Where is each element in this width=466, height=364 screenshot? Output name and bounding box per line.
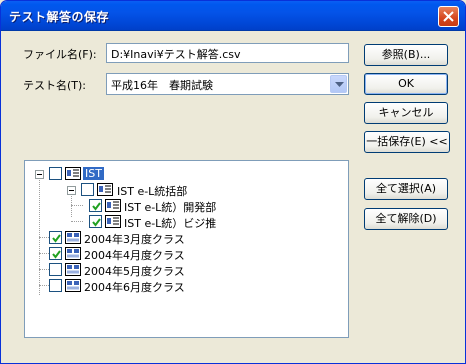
close-icon bbox=[443, 11, 454, 22]
collapse-toggle[interactable] bbox=[35, 170, 44, 179]
filename-label: ファイル名(F): bbox=[23, 48, 97, 61]
tree-node-class[interactable]: 2004年4月度クラス bbox=[25, 246, 345, 262]
class-node-icon bbox=[65, 231, 81, 244]
collapse-toggle[interactable] bbox=[67, 186, 76, 195]
tree-node-dept[interactable]: IST e-L統）開発部 bbox=[25, 198, 345, 214]
dept-label: IST e-L統）ビジ推 bbox=[124, 217, 217, 230]
browse-button[interactable]: 参照(B)... bbox=[364, 44, 448, 66]
tree-node-class[interactable]: 2004年6月度クラス bbox=[25, 278, 345, 294]
select-all-button[interactable]: 全て選択(A) bbox=[364, 178, 448, 200]
save-answers-dialog: テスト解答の保存 ファイル名(F): D:¥Inavi¥テスト解答.csv テス… bbox=[0, 0, 466, 364]
class-node-icon bbox=[65, 263, 81, 276]
testname-label: テスト名(T): bbox=[23, 79, 87, 92]
class-node-icon bbox=[65, 279, 81, 292]
dept-checkbox[interactable] bbox=[89, 199, 102, 212]
org-node-icon bbox=[105, 215, 121, 228]
class-checkbox[interactable] bbox=[49, 247, 62, 260]
window-title: テスト解答の保存 bbox=[9, 10, 110, 24]
bulk-save-button[interactable]: 一括保存(E) << bbox=[364, 131, 450, 153]
tree-node-group[interactable]: IST e-L統括部 bbox=[25, 182, 345, 198]
testname-value: 平成16年 春期試験 bbox=[111, 79, 213, 92]
class-label: 2004年6月度クラス bbox=[84, 281, 185, 294]
class-label: 2004年4月度クラス bbox=[84, 249, 185, 262]
class-label: 2004年5月度クラス bbox=[84, 265, 185, 278]
dropdown-button[interactable] bbox=[330, 75, 347, 93]
tree-node-class[interactable]: 2004年3月度クラス bbox=[25, 230, 345, 246]
chevron-down-icon bbox=[335, 82, 344, 87]
org-node-icon bbox=[97, 183, 113, 196]
class-checkbox[interactable] bbox=[49, 231, 62, 244]
org-node-icon bbox=[105, 199, 121, 212]
class-label: 2004年3月度クラス bbox=[84, 233, 185, 246]
dept-label: IST e-L統）開発部 bbox=[124, 201, 217, 214]
close-button[interactable] bbox=[438, 6, 459, 27]
group-tree[interactable]: IST IST e-L統括部 IST e-L統）開発部 IST e-L統）ビジ推… bbox=[24, 160, 349, 338]
tree-node-class[interactable]: 2004年5月度クラス bbox=[25, 262, 345, 278]
deselect-all-button[interactable]: 全て解除(D) bbox=[364, 208, 448, 230]
class-checkbox[interactable] bbox=[49, 279, 62, 292]
group-checkbox[interactable] bbox=[81, 183, 94, 196]
tree-node-dept[interactable]: IST e-L統）ビジ推 bbox=[25, 214, 345, 230]
group-label: IST e-L統括部 bbox=[117, 185, 188, 198]
root-label: IST bbox=[83, 167, 104, 180]
dept-checkbox[interactable] bbox=[89, 215, 102, 228]
title-bar[interactable]: テスト解答の保存 bbox=[1, 1, 465, 31]
class-node-icon bbox=[65, 247, 81, 260]
class-checkbox[interactable] bbox=[49, 263, 62, 276]
root-checkbox[interactable] bbox=[49, 167, 62, 180]
testname-select[interactable]: 平成16年 春期試験 bbox=[106, 73, 349, 95]
ok-button[interactable]: OK bbox=[364, 73, 448, 95]
cancel-button[interactable]: キャンセル bbox=[364, 102, 448, 124]
org-node-icon bbox=[65, 167, 81, 180]
filename-field[interactable]: D:¥Inavi¥テスト解答.csv bbox=[106, 43, 349, 63]
tree-node-root[interactable]: IST bbox=[25, 166, 345, 182]
